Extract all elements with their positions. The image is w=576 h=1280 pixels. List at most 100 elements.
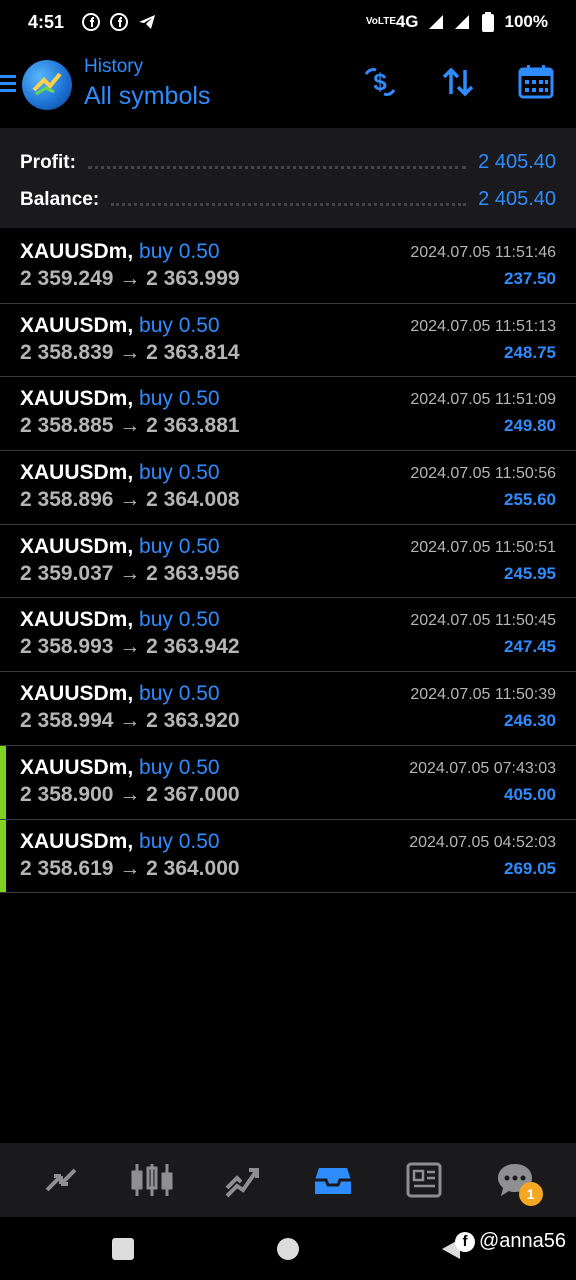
dotted-leader [87,157,467,169]
deal-close-price: 2 367.000 [146,782,240,806]
deal-profit: 248.75 [504,342,556,362]
deal-row[interactable]: XAUUSDm, buy 0.50 2 358.896 → 2 364.008 … [0,451,576,525]
trade-icon[interactable] [221,1158,265,1202]
header-titles: History All symbols [84,56,210,111]
deal-time: 2024.07.05 11:51:46 [410,244,556,261]
calendar-icon[interactable] [518,64,554,100]
quotes-icon[interactable] [39,1158,83,1202]
balance-row: Balance: 2 405.40 [20,181,556,218]
signal-icon [427,13,445,31]
deal-direction: buy 0.50 [139,682,220,706]
deal-time: 2024.07.05 11:51:13 [410,317,556,335]
deal-time: 2024.07.05 11:50:56 [410,465,556,483]
battery-icon [479,12,497,32]
messages-badge: 1 [518,1182,543,1206]
deal-profit: 237.50 [504,269,556,288]
deals-list: XAUUSDm, buy 0.50 2 359.249 → 2 363.999 … [0,230,576,894]
deal-symbol: XAUUSDm, [20,608,134,632]
deal-time: 2024.07.05 11:50:39 [410,686,556,704]
telegram-icon [138,13,156,31]
deal-row[interactable]: XAUUSDm, buy 0.50 2 358.839 → 2 363.814 … [0,304,576,378]
arrow-icon: → [119,488,141,512]
facebook-icon [110,13,129,31]
header-subtitle: History [84,56,144,77]
chart-icon[interactable] [130,1158,174,1202]
dotted-leader [111,194,467,206]
deal-profit: 247.45 [504,637,556,657]
deposit-filter-button[interactable]: $ [362,64,398,100]
arrow-icon: → [119,856,141,880]
deal-direction: buy 0.50 [139,829,220,853]
deal-symbol: XAUUSDm, [20,534,134,558]
volte-label: VoLTE [365,16,397,27]
messages-icon[interactable]: 1 [493,1158,543,1206]
header-actions: $ [362,64,554,100]
deal-close-price: 2 364.008 [146,488,240,512]
deal-open-price: 2 358.885 [20,414,114,438]
arrow-icon: → [119,414,141,438]
deal-direction: buy 0.50 [139,240,220,263]
history-icon[interactable] [311,1158,355,1202]
deal-close-price: 2 363.881 [146,414,240,438]
deal-profit: 246.30 [504,711,556,731]
watermark: f @anna56 [455,1230,566,1253]
status-right: VoLTE 4G 100% [366,12,548,32]
deal-symbol: XAUUSDm, [20,755,134,779]
deal-row[interactable]: XAUUSDm, buy 0.50 2 358.900 → 2 367.000 … [0,745,576,820]
menu-icon[interactable] [0,72,18,94]
watermark-text: @anna56 [479,1230,567,1252]
profit-value: 2 405.40 [478,151,556,173]
deal-close-price: 2 363.999 [146,267,240,290]
deal-symbol: XAUUSDm, [20,240,134,263]
deal-time: 2024.07.05 07:43:03 [409,759,556,777]
deal-row[interactable]: XAUUSDm, buy 0.50 2 358.993 → 2 363.942 … [0,598,576,673]
deal-direction: buy 0.50 [139,608,220,632]
deal-symbol: XAUUSDm, [20,461,134,485]
deal-row[interactable]: XAUUSDm, buy 0.50 2 358.885 → 2 363.881 … [0,377,576,452]
recents-button[interactable] [112,1238,134,1260]
deal-time: 2024.07.05 11:50:51 [410,538,556,556]
deal-time: 2024.07.05 11:51:09 [410,391,556,409]
sort-icon[interactable] [440,64,476,100]
summary-panel: Profit: 2 405.40 Balance: 2 405.40 [0,128,576,228]
battery-level: 100% [504,12,548,31]
bottom-nav: 1 [0,1143,576,1217]
svg-text:$: $ [373,69,387,96]
status-bar: 4:51 VoLTE 4G 100% [0,0,576,44]
deal-open-price: 2 358.896 [20,488,114,512]
deal-profit: 255.60 [504,490,556,510]
deal-row[interactable]: XAUUSDm, buy 0.50 2 359.037 → 2 363.956 … [0,525,576,599]
profit-label: Profit: [20,151,76,173]
header-title[interactable]: All symbols [84,82,210,111]
deal-close-price: 2 363.956 [146,561,240,585]
deal-row[interactable]: XAUUSDm, buy 0.50 2 358.619 → 2 364.000 … [0,819,576,894]
arrow-icon: → [119,635,141,659]
deal-close-price: 2 363.942 [146,635,240,659]
deal-row[interactable]: XAUUSDm, buy 0.50 2 358.994 → 2 363.920 … [0,672,576,746]
deal-symbol: XAUUSDm, [20,829,134,853]
deal-open-price: 2 358.993 [20,635,114,659]
network-label: 4G [395,12,419,31]
deal-open-price: 2 358.619 [20,856,114,880]
arrow-icon: → [119,267,141,290]
deal-direction: buy 0.50 [139,755,220,779]
deal-profit: 249.80 [504,416,556,436]
deal-profit: 269.05 [504,858,556,878]
facebook-icon [82,13,101,31]
profit-row: Profit: 2 405.40 [20,144,556,181]
deal-direction: buy 0.50 [139,313,220,337]
home-button[interactable] [277,1238,299,1260]
news-icon[interactable] [402,1158,446,1202]
app-header: History All symbols $ [0,44,576,128]
balance-label: Balance: [20,188,100,210]
system-nav-bar: f @anna56 [0,1217,576,1280]
status-time: 4:51 [28,11,65,32]
deal-row[interactable]: XAUUSDm, buy 0.50 2 359.249 → 2 363.999 … [0,230,576,304]
deal-direction: buy 0.50 [139,534,220,558]
signal-icon [453,13,471,31]
arrow-icon: → [119,782,141,806]
app-logo[interactable] [22,60,72,110]
facebook-icon: f [455,1231,475,1252]
deal-time: 2024.07.05 04:52:03 [409,833,556,851]
deal-profit: 245.95 [504,563,556,583]
